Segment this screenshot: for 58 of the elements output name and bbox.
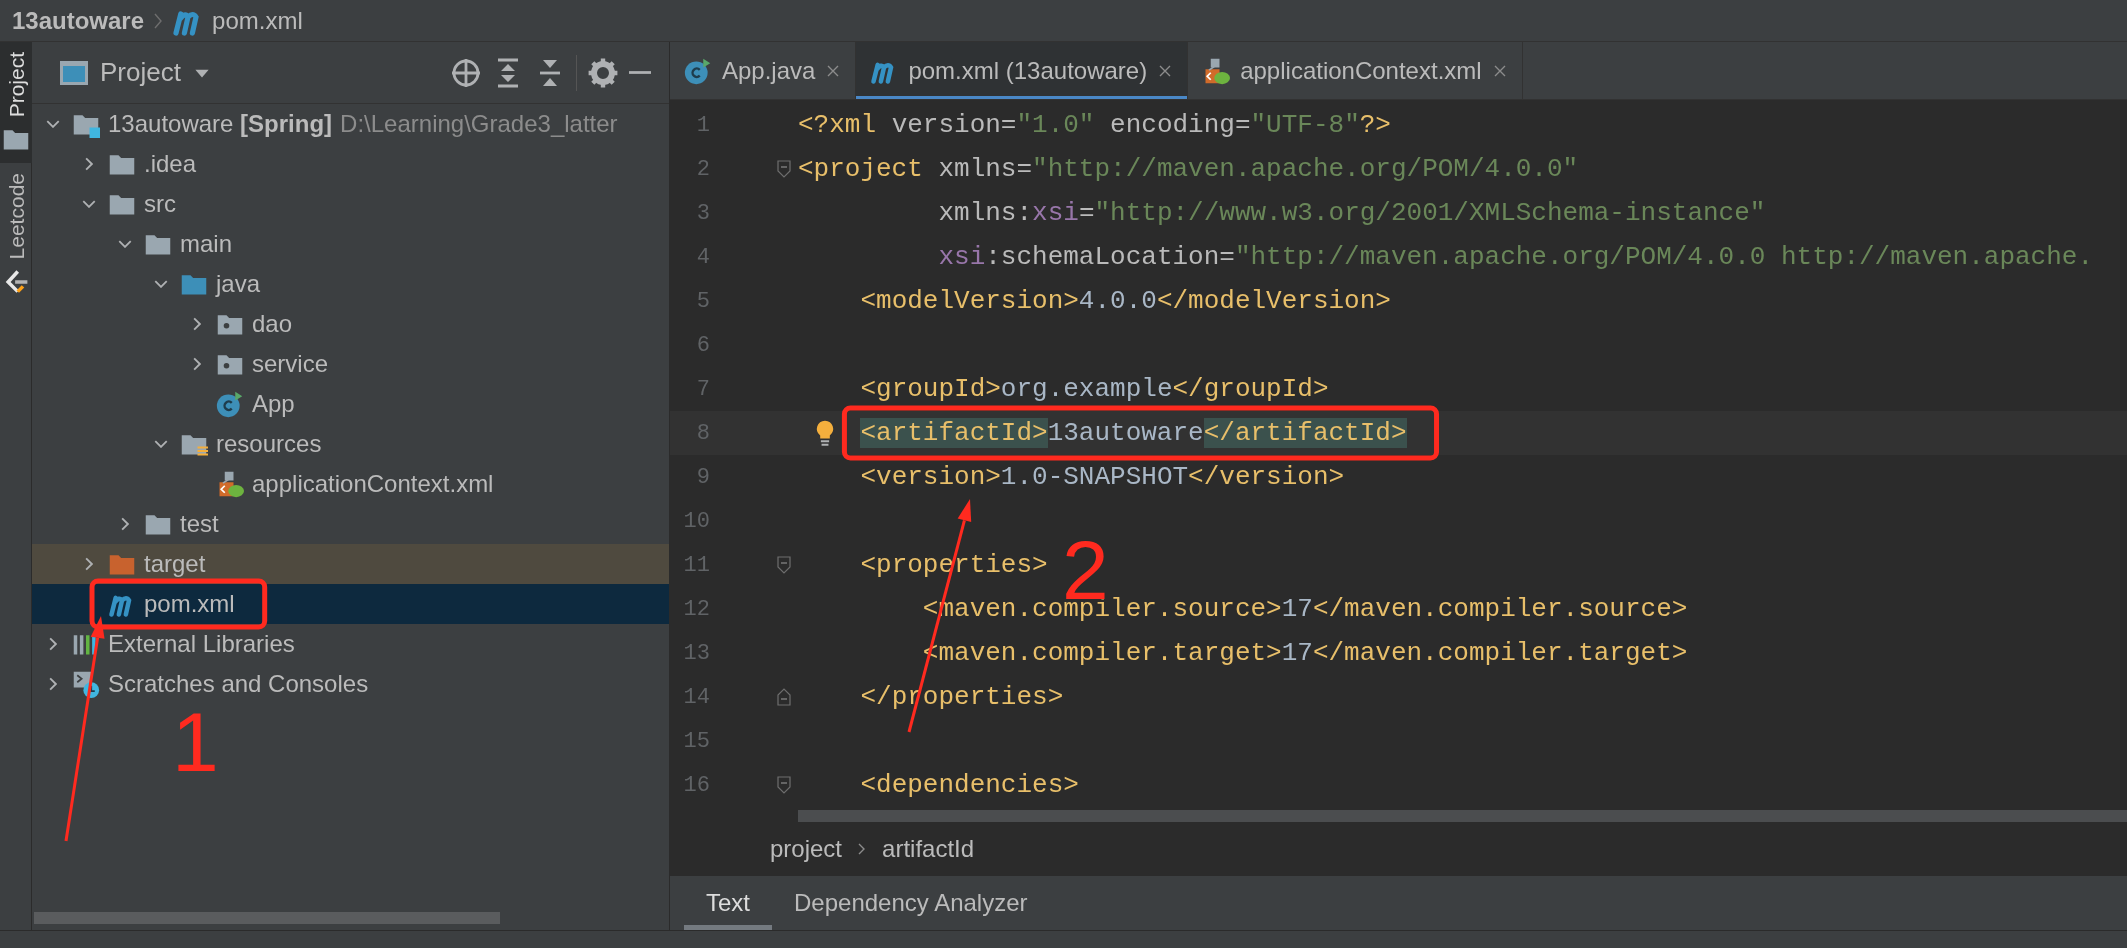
- tree-item[interactable]: 13autoware [Spring] D:\Learning\Grade3_latter: [32, 104, 669, 144]
- console-icon: [72, 670, 100, 698]
- line-number: 11: [682, 551, 710, 580]
- breadcrumb-item[interactable]: artifactId: [882, 831, 975, 867]
- line-number: 15: [682, 727, 710, 756]
- code-line: <dependencies>: [859, 769, 1079, 802]
- tool-window-tab[interactable]: Leetcode: [0, 163, 32, 306]
- minimize-icon: [629, 71, 651, 74]
- tree-item[interactable]: .idea: [32, 144, 669, 184]
- line-number: 2: [695, 155, 710, 184]
- line-number: 1: [695, 111, 710, 140]
- breadcrumb-item[interactable]: 13autoware: [12, 2, 145, 39]
- settings-icon: [587, 56, 619, 89]
- scrollbar-thumb[interactable]: [34, 912, 500, 924]
- tree-item[interactable]: src: [32, 184, 669, 224]
- tree-item[interactable]: main: [32, 224, 669, 264]
- line-number: 5: [695, 287, 710, 316]
- breadcrumb-item[interactable]: project: [770, 831, 843, 867]
- line-number: 16: [682, 771, 710, 800]
- line-number: 13: [682, 639, 710, 668]
- tree-item[interactable]: resources: [32, 424, 669, 464]
- line-number: 3: [695, 199, 710, 228]
- tree-item[interactable]: service: [32, 344, 669, 384]
- editor-tab[interactable]: applicationContext.xml: [1188, 42, 1523, 99]
- locate-icon: [450, 56, 482, 89]
- code-line: <version>1.0-SNAPSHOT</version>: [859, 461, 1345, 494]
- tree-item[interactable]: pom.xml: [32, 584, 669, 624]
- code-line: <project xmlns="http://maven.apache.org/POM/4.0.0": [798, 153, 1579, 186]
- editor-mode-tab[interactable]: Dependency Analyzer: [772, 876, 1050, 930]
- tree-item[interactable]: target: [32, 544, 669, 584]
- scrollbar-thumb[interactable]: [798, 810, 2127, 822]
- panel-title: Project: [100, 56, 181, 89]
- editor-mode-tab[interactable]: Text: [684, 876, 772, 930]
- code-line: xsi:schemaLocation="http://maven.apache.org/POM/4.0.0 http://maven.apache.: [937, 241, 2094, 274]
- code-line: <?xml version="1.0" encoding="UTF-8"?>: [798, 109, 1391, 142]
- code-line: <modelVersion>4.0.0</modelVersion>: [859, 285, 1391, 318]
- tree-item[interactable]: java: [32, 264, 669, 304]
- line-number: 4: [695, 243, 710, 272]
- tree-item[interactable]: External Libraries: [32, 624, 669, 664]
- editor-tab[interactable]: pom.xml (13autoware): [856, 42, 1189, 99]
- class-icon: [216, 390, 244, 418]
- code-line: <groupId>org.example</groupId>: [859, 373, 1329, 406]
- tool-window-tab[interactable]: Project: [0, 42, 32, 164]
- breadcrumb-item[interactable]: pom.xml: [212, 2, 303, 39]
- line-number: 6: [695, 331, 710, 360]
- tree-item[interactable]: applicationContext.xml: [32, 464, 669, 504]
- line-number: 7: [695, 375, 710, 404]
- line-number: 10: [682, 507, 710, 536]
- line-number: 12: [682, 595, 710, 624]
- line-number: 9: [695, 463, 710, 492]
- editor-tab[interactable]: App.java: [670, 42, 857, 99]
- tree-item[interactable]: App: [32, 384, 669, 424]
- code-line: <artifactId>13autoware</artifactId>: [859, 417, 1407, 450]
- class-icon: [684, 56, 712, 85]
- line-number: 14: [682, 683, 710, 712]
- tree-item[interactable]: test: [32, 504, 669, 544]
- tree-item[interactable]: dao: [32, 304, 669, 344]
- code-line: xmlns:xsi="http://www.w3.org/2001/XMLSchema-instance": [937, 197, 1766, 230]
